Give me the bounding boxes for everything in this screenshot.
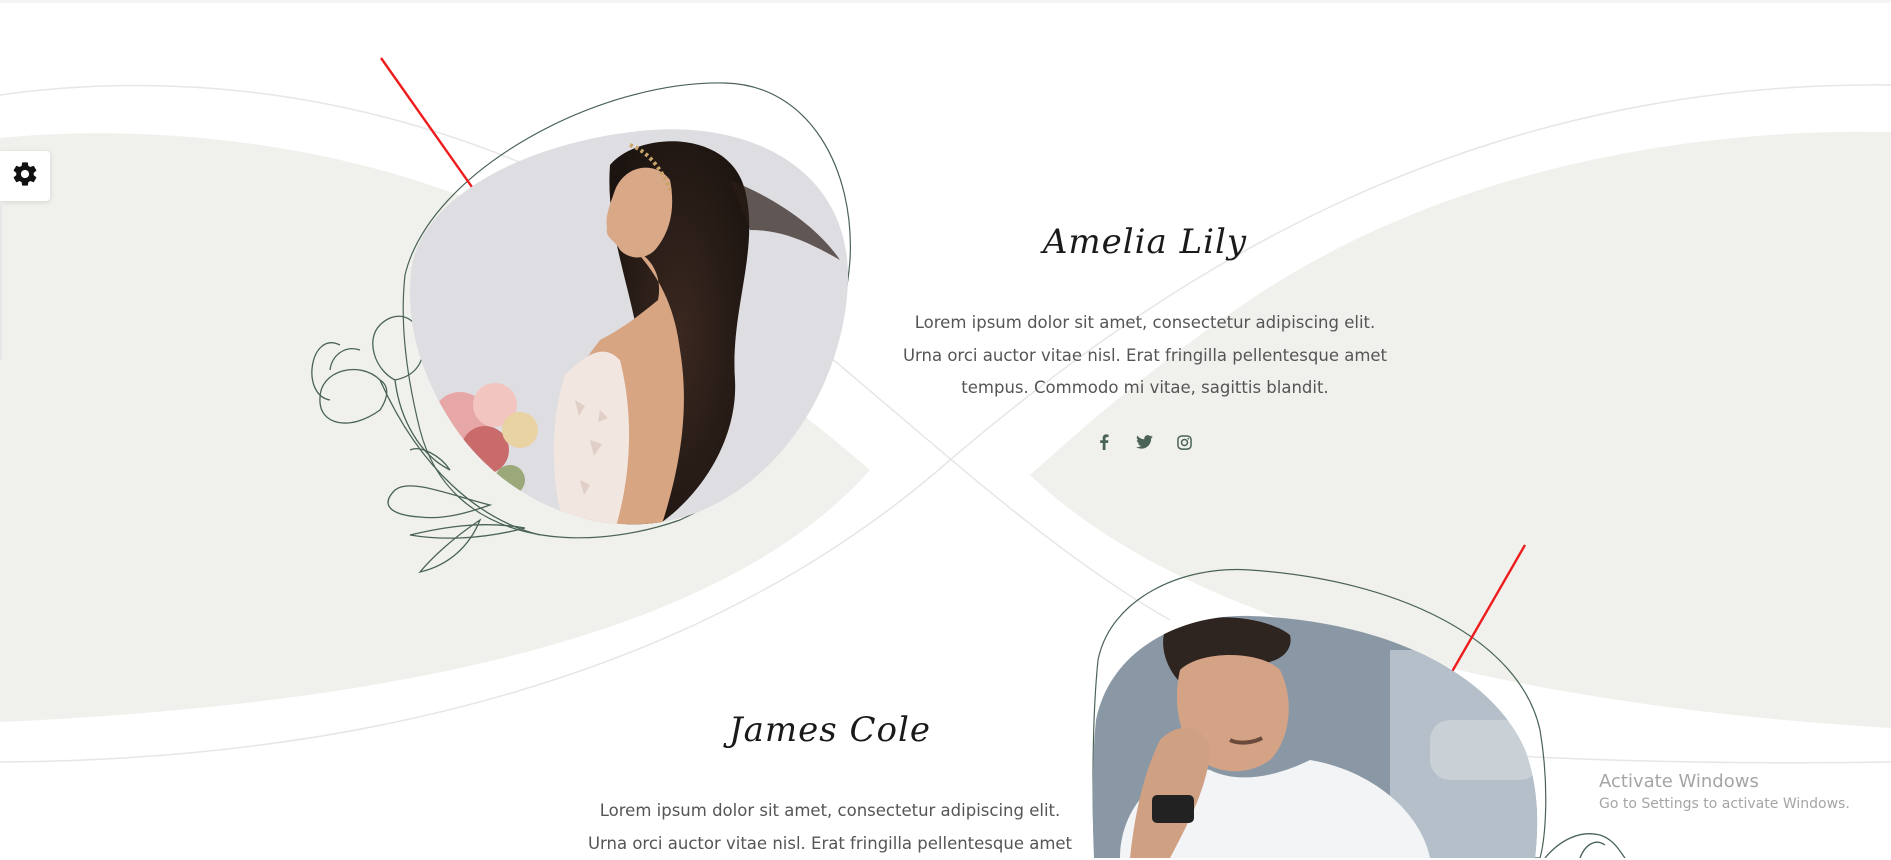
groom-portrait [1092, 615, 1538, 858]
bio-line: Lorem ipsum dolor sit amet, consectetur … [914, 313, 1376, 332]
windows-activation-title: Activate Windows [1599, 771, 1759, 792]
settings-button[interactable] [0, 151, 50, 201]
floral-outline [1544, 833, 1626, 858]
bio-line: Urna orci auctor vitae nisl. Erat fringi… [902, 346, 1388, 365]
person-name: James Cole [729, 710, 931, 750]
twitter-icon[interactable] [1135, 433, 1153, 451]
windows-activation-subtitle: Go to Settings to activate Windows. [1599, 796, 1850, 812]
bride-portrait [409, 129, 849, 525]
bio-line: Lorem ipsum dolor sit amet, consectetur … [599, 801, 1061, 820]
instagram-icon[interactable] [1175, 433, 1193, 451]
facebook-icon[interactable] [1095, 433, 1113, 451]
bio-line: Urna orci auctor vitae nisl. Erat fringi… [587, 834, 1073, 853]
person-name: Amelia Lily [1042, 222, 1248, 262]
side-panel-edge [0, 205, 2, 360]
social-links [1095, 433, 1193, 451]
bio-line: tempus. Commodo mi vitae, sagittis bland… [961, 378, 1329, 397]
gear-icon [11, 160, 39, 192]
